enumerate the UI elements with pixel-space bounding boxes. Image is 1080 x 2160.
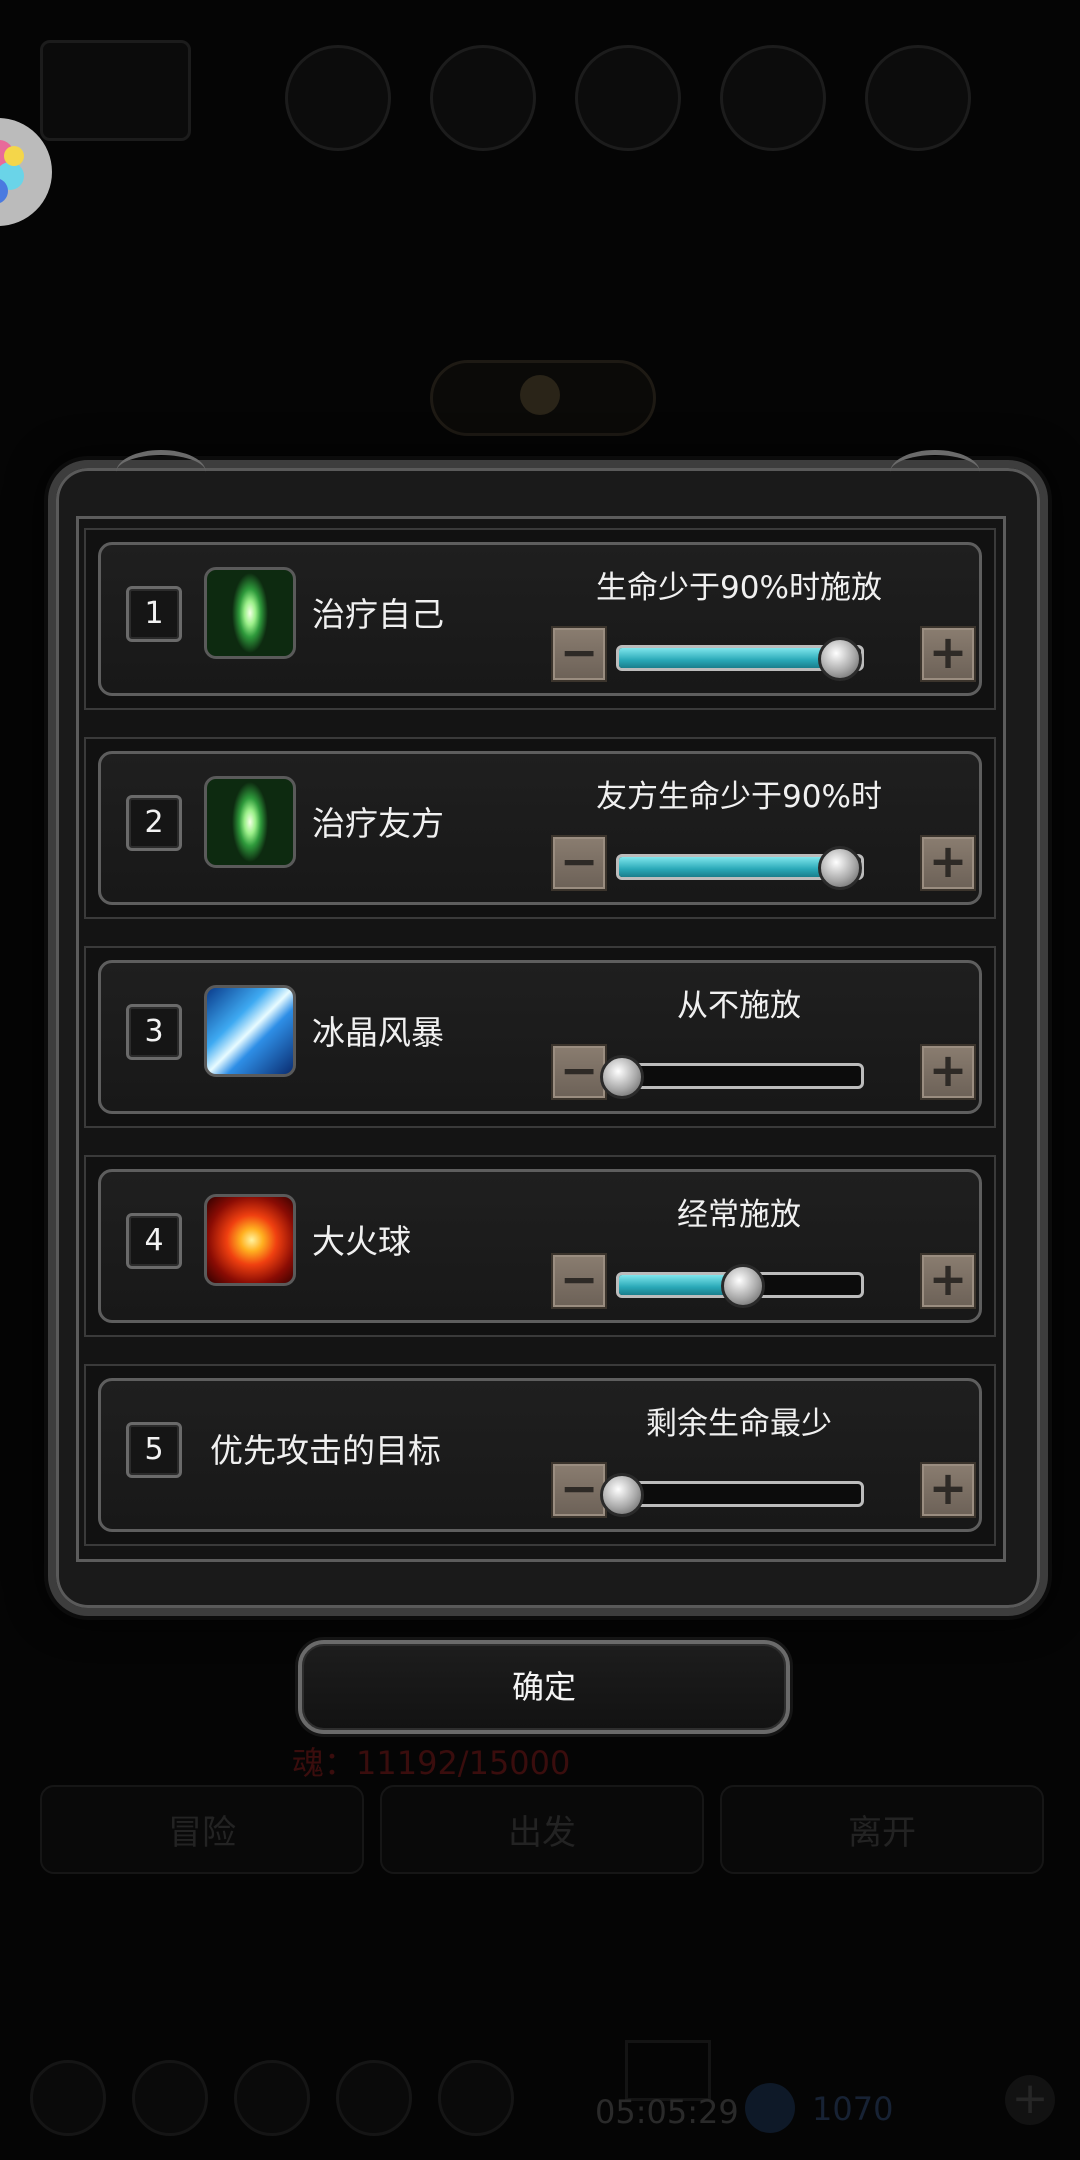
cast-condition-label: 友方生命少于90%时 bbox=[596, 779, 882, 815]
skill-name: 冰晶风暴 bbox=[312, 1013, 444, 1052]
skill-row: 2 治疗友方 友方生命少于90%时 − + bbox=[84, 737, 996, 919]
corner-ornament bbox=[116, 450, 206, 495]
top-menu-icon bbox=[430, 45, 536, 151]
cast-condition-slider[interactable] bbox=[616, 1264, 864, 1308]
top-menu-icon bbox=[575, 45, 681, 151]
assistant-dot bbox=[4, 146, 24, 166]
slider-thumb[interactable] bbox=[600, 1473, 644, 1517]
decrease-button[interactable]: − bbox=[551, 1253, 607, 1309]
tab-leave: 离开 bbox=[720, 1785, 1044, 1874]
bottom-menu-icon bbox=[336, 2060, 412, 2136]
priority-number: 4 bbox=[126, 1213, 182, 1269]
gem-count: 1070 bbox=[812, 2090, 894, 2128]
increase-button[interactable]: + bbox=[920, 835, 976, 891]
slider-thumb[interactable] bbox=[600, 1055, 644, 1099]
book-icon bbox=[625, 2040, 711, 2101]
priority-number: 3 bbox=[126, 1004, 182, 1060]
decrease-button[interactable]: − bbox=[551, 1044, 607, 1100]
top-menu-item bbox=[40, 40, 191, 141]
bottom-menu-icon bbox=[30, 2060, 106, 2136]
cast-condition-slider[interactable] bbox=[616, 637, 864, 681]
ice-storm-icon bbox=[204, 985, 296, 1077]
cast-condition-slider[interactable] bbox=[600, 1055, 864, 1099]
priority-number: 1 bbox=[126, 586, 182, 642]
bottom-menu-icon bbox=[234, 2060, 310, 2136]
skill-row: 4 大火球 经常施放 − + bbox=[84, 1155, 996, 1337]
skill-row: 1 治疗自己 生命少于90%时施放 − + bbox=[84, 528, 996, 710]
top-menu-icon bbox=[720, 45, 826, 151]
confirm-button[interactable]: 确定 bbox=[298, 1640, 790, 1734]
increase-button[interactable]: + bbox=[920, 626, 976, 682]
cast-condition-label: 经常施放 bbox=[677, 1197, 801, 1233]
priority-number: 5 bbox=[126, 1422, 182, 1478]
fireball-icon bbox=[204, 1194, 296, 1286]
skill-row: 3 冰晶风暴 从不施放 − + bbox=[84, 946, 996, 1128]
increase-button[interactable]: + bbox=[920, 1253, 976, 1309]
soul-counter: 魂：11192/15000 bbox=[292, 1744, 571, 1782]
cast-condition-label: 生命少于90%时施放 bbox=[596, 570, 882, 606]
bottom-menu-icon bbox=[438, 2060, 514, 2136]
decrease-button[interactable]: − bbox=[551, 1462, 607, 1518]
skill-row: 5 优先攻击的目标 剩余生命最少 − + bbox=[84, 1364, 996, 1546]
skill-name: 治疗自己 bbox=[312, 595, 444, 634]
slider-fill bbox=[619, 857, 837, 877]
skill-name: 治疗友方 bbox=[312, 804, 444, 843]
increase-button[interactable]: + bbox=[920, 1044, 976, 1100]
increase-button[interactable]: + bbox=[920, 1462, 976, 1518]
add-gems-icon: + bbox=[1005, 2075, 1055, 2125]
cast-condition-slider[interactable] bbox=[600, 1473, 864, 1517]
tab-depart: 出发 bbox=[380, 1785, 704, 1874]
skill-name: 优先攻击的目标 bbox=[210, 1431, 441, 1470]
top-menu-icon bbox=[285, 45, 391, 151]
tab-adventure: 冒险 bbox=[40, 1785, 364, 1874]
cast-condition-label: 从不施放 bbox=[677, 988, 801, 1024]
decrease-button[interactable]: − bbox=[551, 835, 607, 891]
bg-crest-gem bbox=[520, 375, 560, 415]
skill-name: 大火球 bbox=[312, 1222, 411, 1261]
game-clock: 05:05:29 bbox=[595, 2093, 739, 2131]
slider-fill bbox=[619, 648, 837, 668]
heal-ally-icon bbox=[204, 776, 296, 868]
slider-thumb[interactable] bbox=[817, 846, 862, 890]
heal-self-icon bbox=[204, 567, 296, 659]
priority-number: 2 bbox=[126, 795, 182, 851]
top-menu-bar bbox=[40, 40, 1060, 151]
decrease-button[interactable]: − bbox=[551, 626, 607, 682]
cast-condition-slider[interactable] bbox=[616, 846, 864, 890]
slider-thumb[interactable] bbox=[721, 1264, 765, 1308]
bottom-menu-icon bbox=[132, 2060, 208, 2136]
slider-thumb[interactable] bbox=[817, 637, 862, 681]
top-menu-icon bbox=[865, 45, 971, 151]
cast-condition-label: 剩余生命最少 bbox=[646, 1406, 832, 1442]
gem-icon bbox=[745, 2083, 795, 2133]
corner-ornament bbox=[890, 450, 980, 495]
